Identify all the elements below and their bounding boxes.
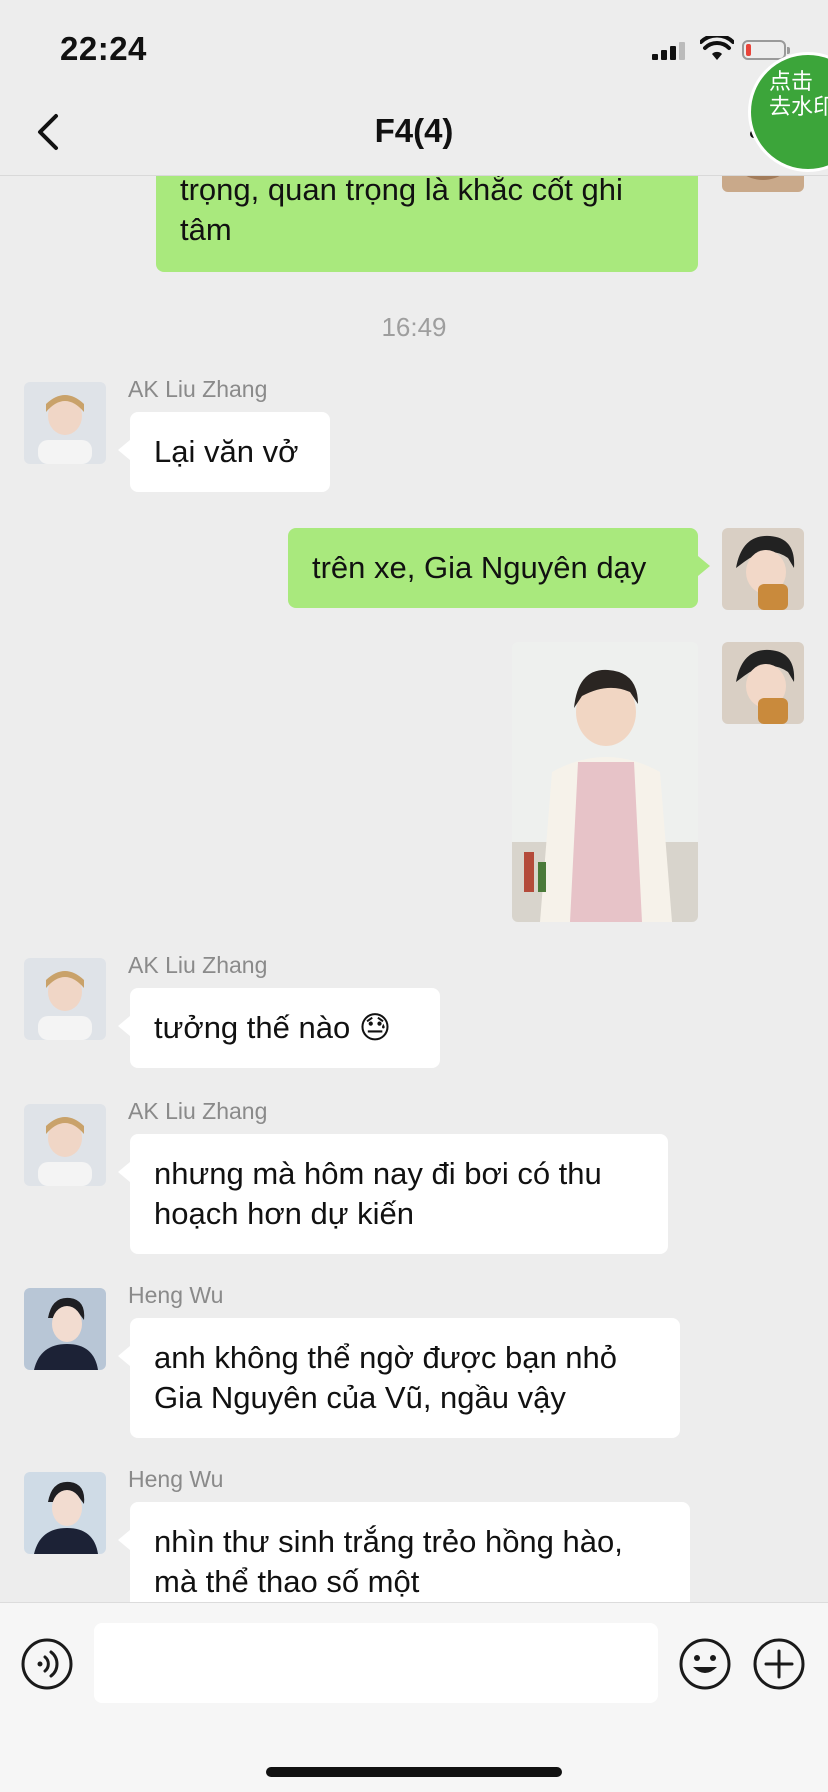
outgoing-message[interactable]: trên xe, Gia Nguyên dạy — [288, 528, 710, 608]
status-time: 22:24 — [60, 30, 147, 67]
timestamp: 16:49 — [381, 312, 447, 342]
photo-of-person-in-apron-icon — [512, 642, 698, 922]
status-bar: 22:24 — [0, 0, 828, 90]
watermark-label-line2: 去水印 — [769, 94, 828, 119]
avatar-ak-liu-zhang[interactable] — [24, 1104, 106, 1186]
self-avatar[interactable] — [722, 528, 804, 610]
sender-name: AK Liu Zhang — [128, 1098, 268, 1124]
nav-bar: F4(4) — [0, 90, 828, 176]
avatar-heng-wu[interactable] — [24, 1288, 106, 1370]
message-text: tưởng thế nào 😓 — [154, 1010, 392, 1045]
message-text: trên xe, Gia Nguyên dạy — [312, 550, 647, 585]
sender-name: AK Liu Zhang — [128, 952, 268, 978]
self-avatar[interactable] — [722, 642, 804, 724]
message-text: nhìn thư sinh trắng trẻo hồng hào, mà th… — [154, 1524, 623, 1599]
watermark-label-line1: 点击 — [769, 69, 814, 94]
message-text: nhưng mà hôm nay đi bơi có thu hoạch hơn… — [154, 1156, 602, 1231]
chat-title: F4(4) — [374, 112, 454, 149]
incoming-message[interactable]: anh không thể ngờ được bạn nhỏ Gia Nguyê… — [118, 1318, 680, 1438]
message-text: Lại văn vở — [154, 434, 299, 469]
incoming-message[interactable]: Lại văn vở — [118, 412, 330, 492]
outgoing-message[interactable]: trọng, quan trọng là khắc cốt ghi tâm — [156, 176, 698, 272]
message-text: anh không thể ngờ được bạn nhỏ Gia Nguyê… — [154, 1340, 618, 1415]
sender-name: AK Liu Zhang — [128, 376, 268, 402]
sender-name: Heng Wu — [128, 1282, 224, 1308]
emoji-icon[interactable] — [678, 1637, 732, 1691]
sender-name: Heng Wu — [128, 1466, 224, 1492]
voice-icon[interactable] — [20, 1637, 74, 1691]
input-bar — [0, 1602, 828, 1792]
incoming-message[interactable]: nhìn thư sinh trắng trẻo hồng hào, mà th… — [118, 1502, 690, 1602]
message-input[interactable] — [94, 1623, 658, 1703]
message-text: trọng, quan trọng là khắc cốt ghi tâm — [180, 176, 623, 247]
outgoing-photo[interactable] — [512, 642, 698, 922]
incoming-message[interactable]: tưởng thế nào 😓 — [118, 988, 440, 1068]
avatar-ak-liu-zhang[interactable] — [24, 382, 106, 464]
signal-icon — [652, 42, 688, 60]
avatar-heng-wu[interactable] — [24, 1472, 106, 1554]
plus-icon[interactable] — [752, 1637, 806, 1691]
battery-icon — [742, 40, 790, 60]
incoming-message[interactable]: nhưng mà hôm nay đi bơi có thu hoạch hơn… — [118, 1134, 668, 1254]
chat-area[interactable]: trọng, quan trọng là khắc cốt ghi tâm 16… — [0, 176, 828, 1602]
home-indicator — [266, 1767, 562, 1777]
self-avatar[interactable] — [722, 176, 804, 192]
avatar-ak-liu-zhang[interactable] — [24, 958, 106, 1040]
wifi-icon — [700, 36, 734, 60]
